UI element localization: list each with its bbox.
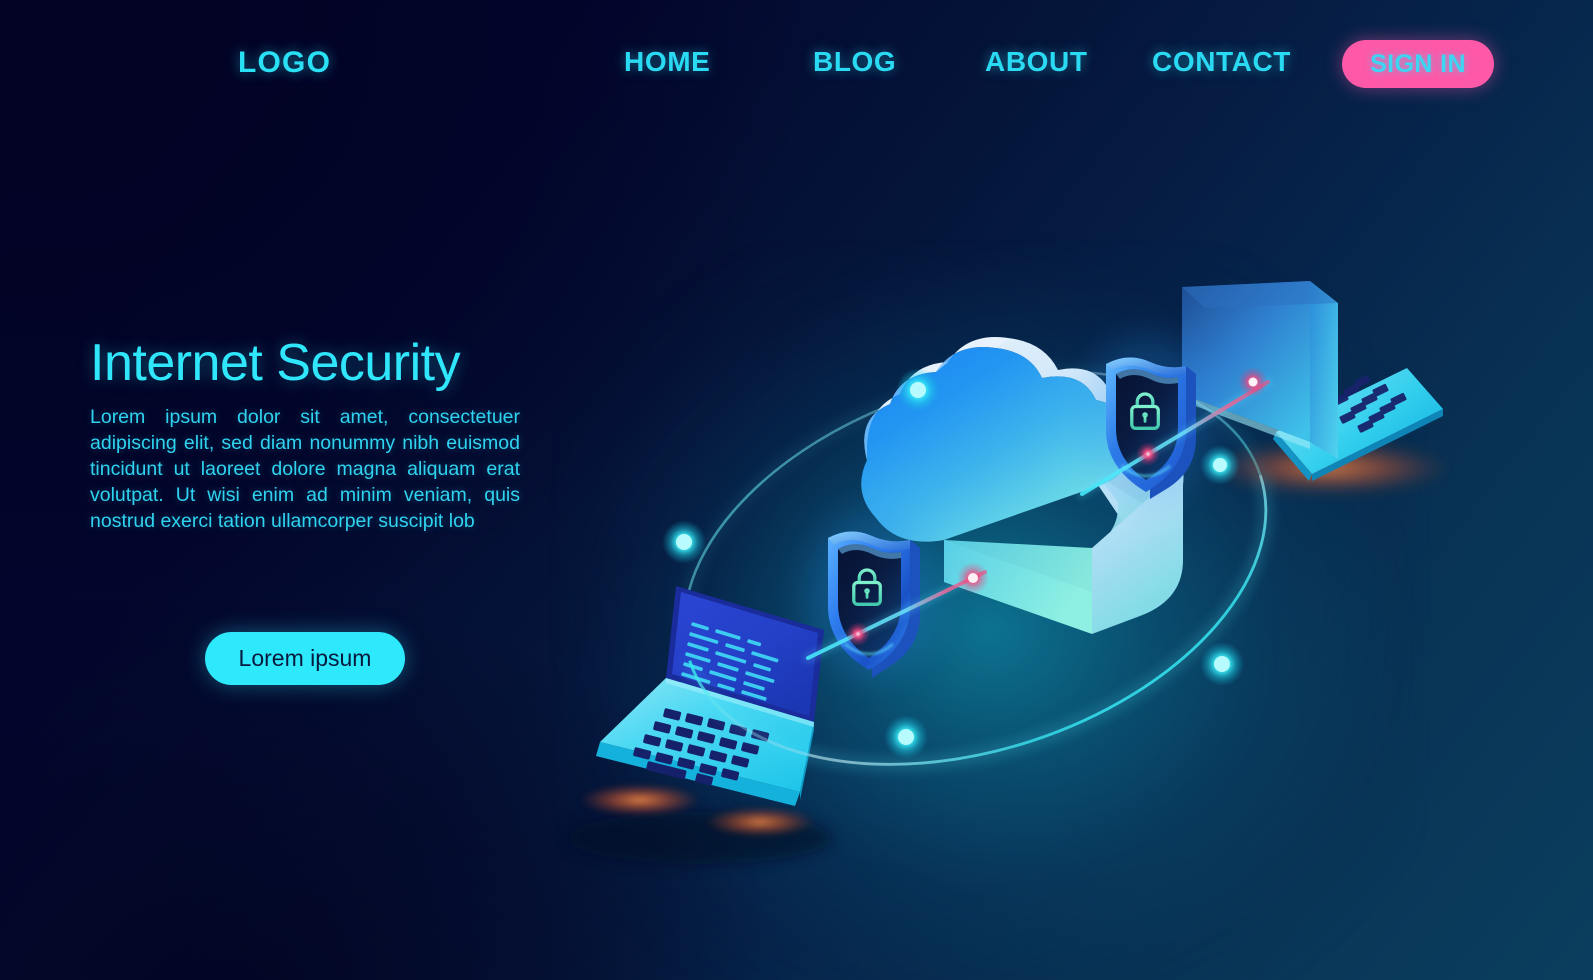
- cta-button[interactable]: Lorem ipsum: [205, 632, 405, 685]
- nav-item-blog[interactable]: BLOG: [813, 46, 896, 78]
- nav-item-about[interactable]: ABOUT: [985, 46, 1088, 78]
- hero-copy: Internet Security Lorem ipsum dolor sit …: [90, 335, 520, 535]
- page-title: Internet Security: [90, 334, 461, 392]
- laptop-front: [568, 586, 832, 864]
- landing-page: LOGO HOME BLOG ABOUT CONTACT SIGN IN Int…: [0, 0, 1593, 980]
- logo[interactable]: LOGO: [238, 46, 331, 80]
- cta-label: Lorem ipsum: [238, 645, 372, 671]
- nav-item-home[interactable]: HOME: [624, 46, 710, 78]
- shield-right: [1082, 336, 1214, 500]
- site-header: LOGO HOME BLOG ABOUT CONTACT SIGN IN: [0, 0, 1593, 128]
- sign-in-button[interactable]: SIGN IN: [1342, 40, 1494, 88]
- nav-item-contact[interactable]: CONTACT: [1152, 46, 1291, 78]
- hero-paragraph: Lorem ipsum dolor sit amet, consectetuer…: [90, 406, 520, 532]
- sign-in-label: SIGN IN: [1370, 49, 1466, 78]
